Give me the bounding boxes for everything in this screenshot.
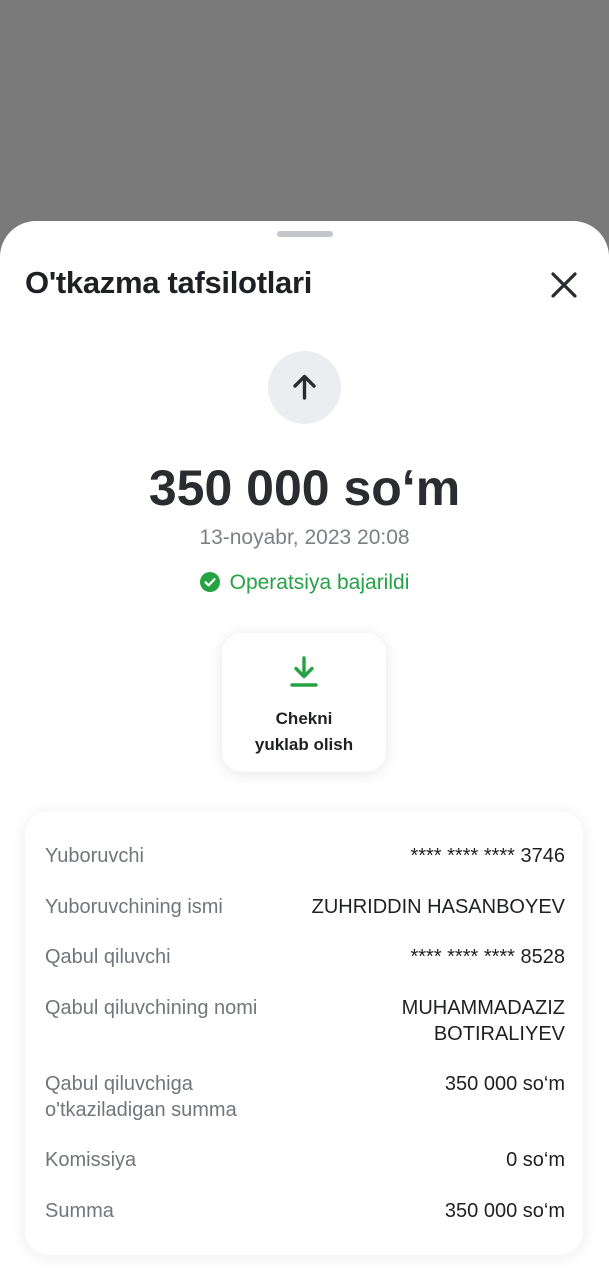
sheet-drag-handle[interactable] — [277, 231, 333, 237]
receipt-label-line2: yuklab olish — [254, 735, 354, 754]
detail-value-line2: BOTIRALIYEV — [433, 1023, 565, 1045]
detail-value: 350 000 so‘m — [444, 1073, 565, 1095]
detail-label-line1: Qabul qiluvchiga — [45, 1073, 193, 1095]
check-circle-icon — [199, 572, 220, 592]
transfer-details-card: Yuboruvchi **** **** **** 3746 Yuboruvch… — [25, 811, 583, 1255]
arrow-up-icon — [293, 374, 316, 400]
close-button[interactable] — [544, 265, 584, 305]
detail-label: Yuboruvchining ismi — [45, 896, 223, 918]
detail-label: Qabul qiluvchiga o'tkaziladigan summa — [45, 1071, 305, 1123]
close-icon — [551, 272, 577, 298]
transfer-amount: 350 000 so‘m — [148, 460, 461, 516]
bottom-sheet: O'tkazma tafsilotlari 350 000 so‘m 13-no… — [0, 221, 609, 1280]
detail-label: Yuboruvchi — [45, 845, 144, 867]
receipt-label-line1: Chekni — [275, 709, 333, 728]
download-receipt-label: Chekni yuklab olish — [222, 706, 386, 758]
detail-value: **** **** **** 8528 — [410, 946, 565, 968]
status-badge: Operatsiya bajarildi — [0, 571, 609, 595]
detail-label: Qabul qiluvchi — [45, 946, 171, 968]
detail-value: 0 so‘m — [506, 1149, 565, 1171]
detail-value: MUHAMMADAZIZ BOTIRALIYEV — [285, 995, 565, 1047]
detail-value: 350 000 so‘m — [444, 1200, 565, 1222]
transfer-datetime: 13-noyabr, 2023 20:08 — [199, 526, 410, 549]
detail-label-line2: o'tkaziladigan summa — [45, 1099, 237, 1121]
detail-label: Qabul qiluvchining nomi — [45, 997, 258, 1019]
download-receipt-button[interactable]: Chekni yuklab olish — [222, 633, 386, 772]
transfer-direction-badge — [268, 351, 341, 424]
detail-value: ZUHRIDDIN HASANBOYEV — [311, 896, 565, 918]
status-text: Operatsiya bajarildi — [229, 571, 410, 594]
detail-label: Komissiya — [45, 1149, 137, 1171]
detail-label: Summa — [45, 1200, 114, 1222]
sheet-title: O'tkazma tafsilotlari — [25, 265, 313, 300]
detail-value-line1: MUHAMMADAZIZ — [401, 997, 565, 1019]
detail-value: **** **** **** 3746 — [410, 845, 565, 867]
download-icon — [290, 656, 318, 687]
